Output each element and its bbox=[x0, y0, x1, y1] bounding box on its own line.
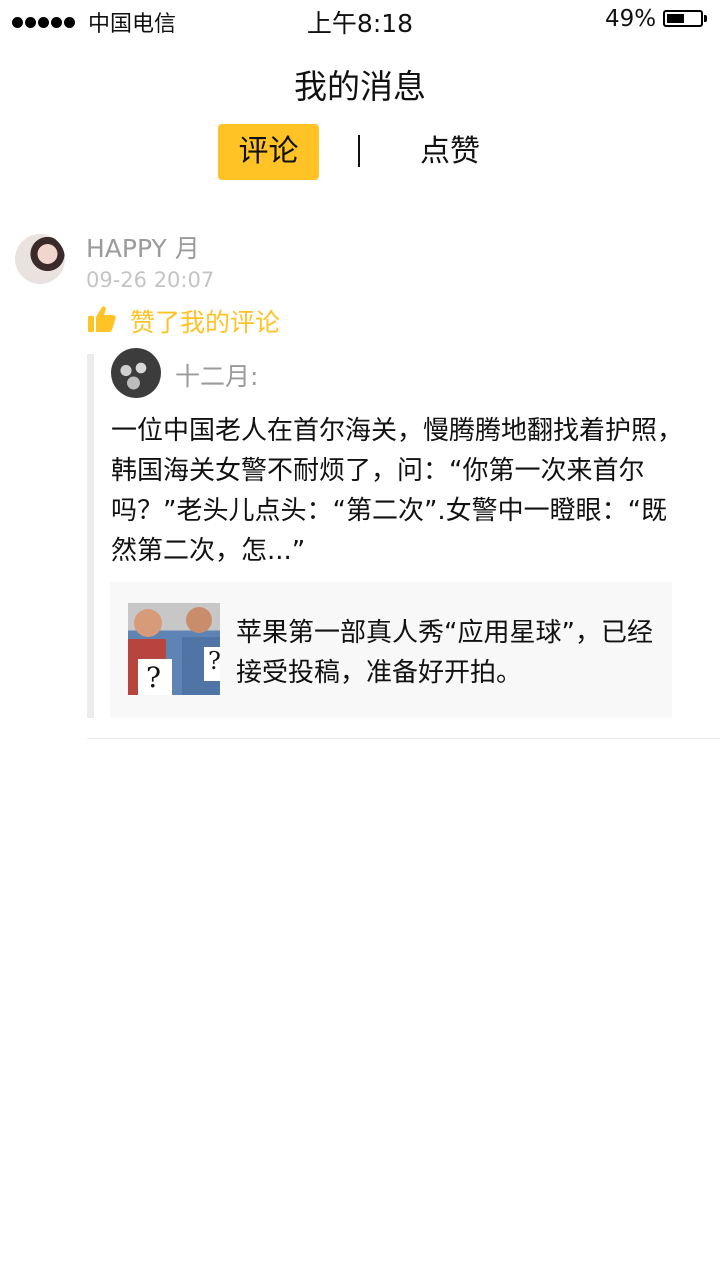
article-card[interactable]: ?? 苹果第一部真人秀“应用星球”，已经接受投稿，准备好开拍。 bbox=[110, 582, 672, 718]
battery-percentage: 49% bbox=[605, 6, 657, 32]
original-author-avatar[interactable] bbox=[111, 348, 161, 398]
list-divider bbox=[87, 738, 720, 739]
article-thumbnail: ?? bbox=[128, 603, 220, 695]
status-bar: 中国电信 上午8:18 49% bbox=[0, 0, 720, 40]
message-timestamp: 09-26 20:07 bbox=[86, 268, 215, 292]
battery-icon bbox=[663, 10, 703, 27]
tab-comments[interactable]: 评论 bbox=[218, 124, 319, 180]
username[interactable]: HAPPY 月 bbox=[86, 229, 200, 265]
quote-bar bbox=[87, 354, 94, 718]
article-title: 苹果第一部真人秀“应用星球”，已经接受投稿，准备好开拍。 bbox=[236, 618, 653, 688]
original-author-name[interactable]: 十二月: bbox=[175, 357, 258, 393]
tab-divider bbox=[358, 135, 360, 167]
avatar[interactable] bbox=[15, 234, 65, 284]
tab-likes[interactable]: 点赞 bbox=[410, 124, 490, 180]
page-title: 我的消息 bbox=[294, 67, 426, 106]
battery-cap bbox=[704, 15, 707, 22]
like-action-text: 赞了我的评论 bbox=[130, 308, 281, 337]
original-comment-text[interactable]: 一位中国老人在首尔海关，慢腾腾地翻找着护照，韩国海关女警不耐烦了，问：“你第一次… bbox=[111, 411, 691, 571]
thumbs-up-icon bbox=[88, 306, 116, 332]
